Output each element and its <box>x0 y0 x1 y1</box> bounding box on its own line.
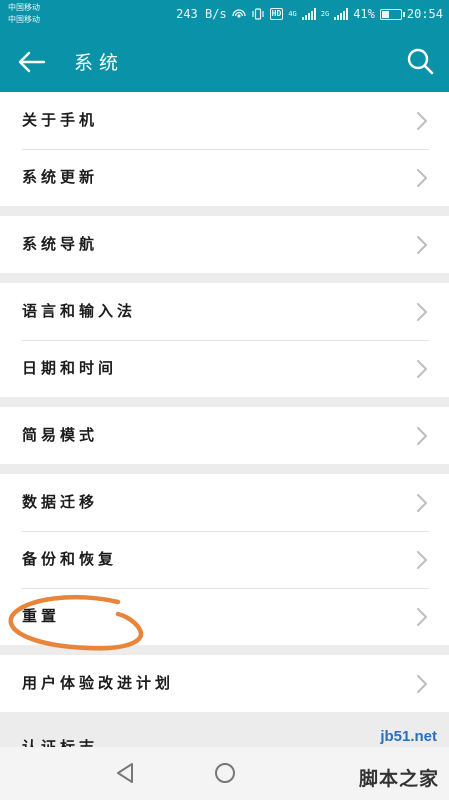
battery-icon <box>379 8 405 20</box>
settings-group: 用户体验改进计划 <box>0 655 449 712</box>
chevron-right-icon <box>417 608 427 626</box>
network-4g-label: 4G <box>288 9 297 18</box>
title-bar: 系统 <box>0 30 449 92</box>
settings-item-label: 关于手机 <box>22 111 99 129</box>
settings-group: 系统导航 <box>0 216 449 273</box>
nav-back-button[interactable] <box>112 761 138 785</box>
arrow-left-icon <box>18 51 46 73</box>
settings-list-item[interactable]: 系统更新 <box>0 149 449 206</box>
back-button[interactable] <box>14 44 50 80</box>
settings-group: 语言和输入法 日期和时间 <box>0 283 449 397</box>
hand-drawn-highlight-circle <box>8 594 144 651</box>
status-bar: 中国移动 中国移动 243 B/s HD 4G 2G 41% 20:54 <box>0 0 449 30</box>
watermark-url: jb51.net <box>380 728 437 745</box>
chevron-right-icon <box>417 494 427 512</box>
chevron-right-icon <box>417 236 427 254</box>
settings-item-label: 语言和输入法 <box>22 302 137 320</box>
settings-list-item[interactable]: 语言和输入法 <box>0 283 449 340</box>
carrier-2: 中国移动 <box>8 15 40 24</box>
group-divider <box>0 206 449 216</box>
signal-icon-2 <box>334 8 349 20</box>
watermark-name: 脚本之家 <box>358 768 439 790</box>
clock: 20:54 <box>406 7 443 21</box>
settings-list-item[interactable]: 数据迁移 <box>0 474 449 531</box>
settings-group: 简易模式 <box>0 407 449 464</box>
settings-item-label: 简易模式 <box>22 426 99 444</box>
settings-list-item[interactable]: 关于手机 <box>0 92 449 149</box>
chevron-right-icon <box>417 303 427 321</box>
chevron-right-icon <box>417 551 427 569</box>
battery-level <box>381 10 389 18</box>
search-button[interactable] <box>403 43 437 79</box>
signal-icon-1 <box>301 8 316 20</box>
status-icons: 243 B/s HD 4G 2G 41% 20:54 <box>176 6 443 22</box>
settings-item-label: 系统更新 <box>22 168 99 186</box>
settings-item-label: 系统导航 <box>22 235 99 253</box>
group-divider <box>0 464 449 474</box>
chevron-right-icon <box>417 675 427 693</box>
app-header: 中国移动 中国移动 243 B/s HD 4G 2G 41% 20:54 系统 <box>0 0 449 92</box>
hotspot-icon <box>232 8 246 20</box>
vibrate-icon <box>251 8 265 20</box>
settings-item-label: 备份和恢复 <box>22 550 118 568</box>
settings-item-label: 日期和时间 <box>22 359 118 377</box>
chevron-right-icon <box>417 112 427 130</box>
settings-item-label: 数据迁移 <box>22 493 99 511</box>
circle-home-icon <box>215 763 235 783</box>
group-divider <box>0 273 449 283</box>
settings-list-item[interactable]: 备份和恢复 <box>0 531 449 588</box>
search-icon <box>407 48 434 75</box>
settings-list-item[interactable]: 简易模式 <box>0 407 449 464</box>
net-speed: 243 B/s <box>176 7 227 21</box>
chevron-right-icon <box>417 169 427 187</box>
settings-list-item[interactable]: 用户体验改进计划 <box>0 655 449 712</box>
hd-badge: HD <box>269 8 284 20</box>
battery-percent: 41% <box>353 7 375 21</box>
settings-group: 关于手机 系统更新 <box>0 92 449 206</box>
watermark: jb51.net 脚本之家 <box>323 726 443 800</box>
group-divider <box>0 397 449 407</box>
settings-list-item[interactable]: 系统导航 <box>0 216 449 273</box>
chevron-right-icon <box>417 360 427 378</box>
chevron-right-icon <box>417 427 427 445</box>
partial-list-item-label: 认证标志 <box>22 738 99 747</box>
settings-item-label: 用户体验改进计划 <box>22 674 175 692</box>
page-title: 系统 <box>74 52 125 74</box>
triangle-back-icon <box>117 763 133 783</box>
settings-list-item[interactable]: 日期和时间 <box>0 340 449 397</box>
carrier-1: 中国移动 <box>8 3 40 12</box>
network-2g-label: 2G <box>320 9 330 18</box>
nav-home-button[interactable] <box>212 760 238 786</box>
